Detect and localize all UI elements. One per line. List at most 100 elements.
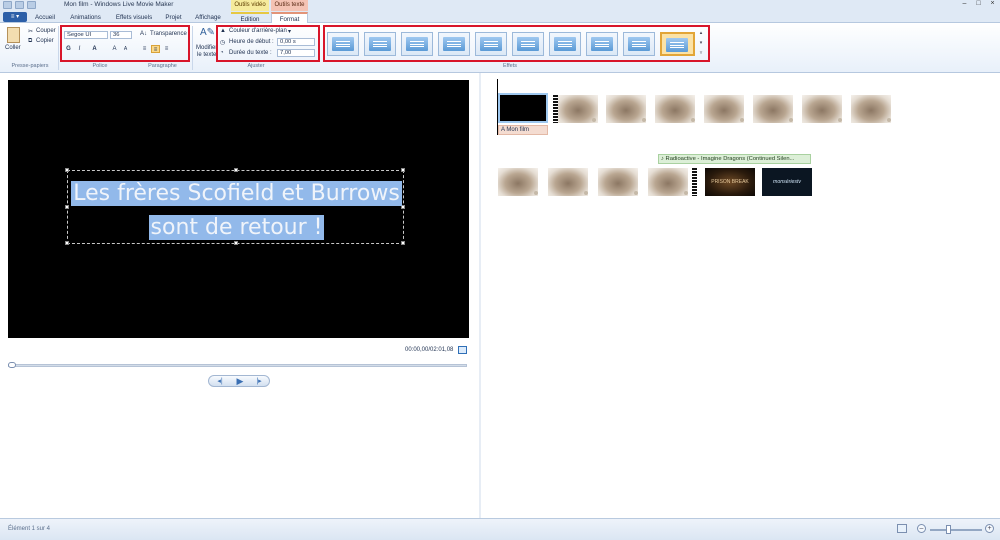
frame-gap [789, 118, 793, 122]
channel-logo: monsériestv [773, 179, 801, 185]
effect-thumbnail[interactable] [512, 32, 544, 56]
grow-font-button[interactable]: A [110, 45, 119, 53]
music-item-label: Radioactive - Imagine Dragons (Continued… [665, 156, 795, 162]
font-group-label: Police [92, 63, 108, 69]
font-color-button[interactable]: A [90, 45, 99, 53]
effects-group-label: Effets [503, 63, 517, 69]
effect-thumbnail[interactable] [549, 32, 581, 56]
seek-thumb[interactable] [8, 362, 16, 368]
tab-format[interactable]: Format [271, 12, 308, 23]
minimize-button[interactable]: – [958, 0, 971, 9]
bg-color-button[interactable]: Couleur d'arrière-plan [229, 28, 287, 34]
shrink-font-button[interactable]: A [121, 45, 130, 53]
close-button[interactable]: × [986, 0, 999, 9]
bold-button[interactable]: G [64, 45, 73, 53]
storyboard-view-icon[interactable] [897, 524, 907, 533]
video-frame[interactable] [802, 95, 842, 123]
tab-affichage[interactable]: Affichage [190, 12, 226, 23]
clip-separator [692, 168, 697, 196]
app-menu-button[interactable]: ≡ ▾ [3, 12, 27, 22]
save-icon[interactable] [3, 1, 12, 9]
video-frame[interactable] [655, 95, 695, 123]
paragraph-group-label: Paragraphe [148, 63, 177, 69]
ribbon-divider [58, 26, 59, 70]
start-time-label: Heure de début : [229, 39, 274, 45]
frame-gap [838, 118, 842, 122]
effect-thumbnail[interactable] [438, 32, 470, 56]
italic-button[interactable]: I [75, 45, 84, 53]
edit-text-icon: A✎ [200, 27, 216, 38]
zoom-in-button[interactable]: + [985, 524, 994, 533]
transparency-button[interactable]: Transparence [150, 31, 187, 37]
chevron-down-icon[interactable]: ▾ [288, 28, 291, 35]
effect-thumbnail[interactable] [475, 32, 507, 56]
font-size-select[interactable]: 36 [110, 31, 132, 39]
start-time-input[interactable]: 0,00 s [277, 38, 315, 46]
status-bar: Élément 1 sur 4 – + [0, 518, 1000, 540]
caption-item[interactable]: A Mon film [498, 125, 548, 135]
next-frame-button[interactable]: |▸ [250, 377, 268, 386]
tab-animations[interactable]: Animations [63, 12, 108, 23]
tab-edition[interactable]: Edition [231, 12, 269, 23]
duration-icon: ◔ [220, 50, 224, 56]
video-frame[interactable] [548, 168, 588, 196]
video-frame[interactable] [598, 168, 638, 196]
align-left-button[interactable]: ≡ [140, 45, 149, 53]
frame-gap [887, 118, 891, 122]
video-preview[interactable]: Les frères Scofield et Burrows sont de r… [8, 80, 469, 338]
effect-thumbnail[interactable] [401, 32, 433, 56]
undo-icon[interactable] [15, 1, 24, 9]
video-frame[interactable] [851, 95, 891, 123]
zoom-out-button[interactable]: – [917, 524, 926, 533]
resize-handle[interactable] [234, 168, 238, 172]
overlay-caption[interactable]: Les frères Scofield et Burrows sont de r… [68, 177, 405, 245]
video-frame[interactable] [753, 95, 793, 123]
text-overlay-box[interactable]: Les frères Scofield et Burrows sont de r… [65, 168, 405, 245]
context-video-tools: Outils vidéo [231, 0, 269, 11]
font-family-select[interactable]: Segoe UI [64, 31, 108, 39]
music-item[interactable]: ♪ Radioactive - Imagine Dragons (Continu… [658, 154, 811, 164]
frame-gap [592, 118, 596, 122]
paste-label[interactable]: Coller [5, 45, 21, 51]
paste-icon[interactable] [7, 27, 20, 43]
effects-gallery-scroll[interactable]: ▴ ▾ ▿ [697, 28, 705, 60]
frame-gap [740, 118, 744, 122]
title-card-logo: PRISON BREAK [711, 179, 749, 185]
channel-logo-frame[interactable]: monsériestv [762, 168, 812, 196]
effect-thumbnail[interactable] [586, 32, 618, 56]
resize-handle[interactable] [401, 168, 405, 172]
title-bar: Mon film - Windows Live Movie Maker Outi… [0, 0, 1000, 11]
effect-thumbnail[interactable] [364, 32, 396, 56]
previous-frame-button[interactable]: ◂| [211, 377, 229, 386]
tab-accueil[interactable]: Accueil [30, 12, 60, 23]
duration-input[interactable]: 7,00 [277, 49, 315, 57]
video-frame[interactable] [704, 95, 744, 123]
tab-effets-visuels[interactable]: Effets visuels [110, 12, 158, 23]
zoom-slider-thumb[interactable] [946, 525, 951, 534]
effect-thumbnail-selected[interactable] [660, 32, 695, 56]
title-clip-thumbnail[interactable] [498, 93, 548, 123]
video-frame[interactable] [498, 168, 538, 196]
play-button[interactable]: ▶ [231, 377, 249, 386]
zoom-slider-track[interactable] [930, 529, 982, 531]
resize-handle[interactable] [65, 168, 69, 172]
align-center-button[interactable]: ≡ [151, 45, 160, 53]
video-frame[interactable] [648, 168, 688, 196]
edit-text-label-2[interactable]: le texte [197, 52, 216, 58]
redo-icon[interactable] [27, 1, 36, 9]
copy-button[interactable]: Copier [36, 38, 54, 44]
align-right-button[interactable]: ≡ [162, 45, 171, 53]
popout-preview-icon[interactable] [458, 346, 467, 354]
clock-icon: ◷ [220, 40, 226, 46]
title-card-frame[interactable]: PRISON BREAK [705, 168, 755, 196]
start-time-value: 0,00 s [280, 39, 296, 45]
edit-text-label-1[interactable]: Modifier [196, 45, 217, 51]
effect-thumbnail[interactable] [327, 32, 359, 56]
effect-thumbnail[interactable] [623, 32, 655, 56]
tab-projet[interactable]: Projet [160, 12, 187, 23]
video-frame[interactable] [606, 95, 646, 123]
maximize-button[interactable]: □ [972, 0, 985, 9]
cut-button[interactable]: Couper [36, 28, 56, 34]
transparency-icon: A↓ [140, 31, 148, 37]
seek-bar[interactable] [8, 364, 467, 367]
